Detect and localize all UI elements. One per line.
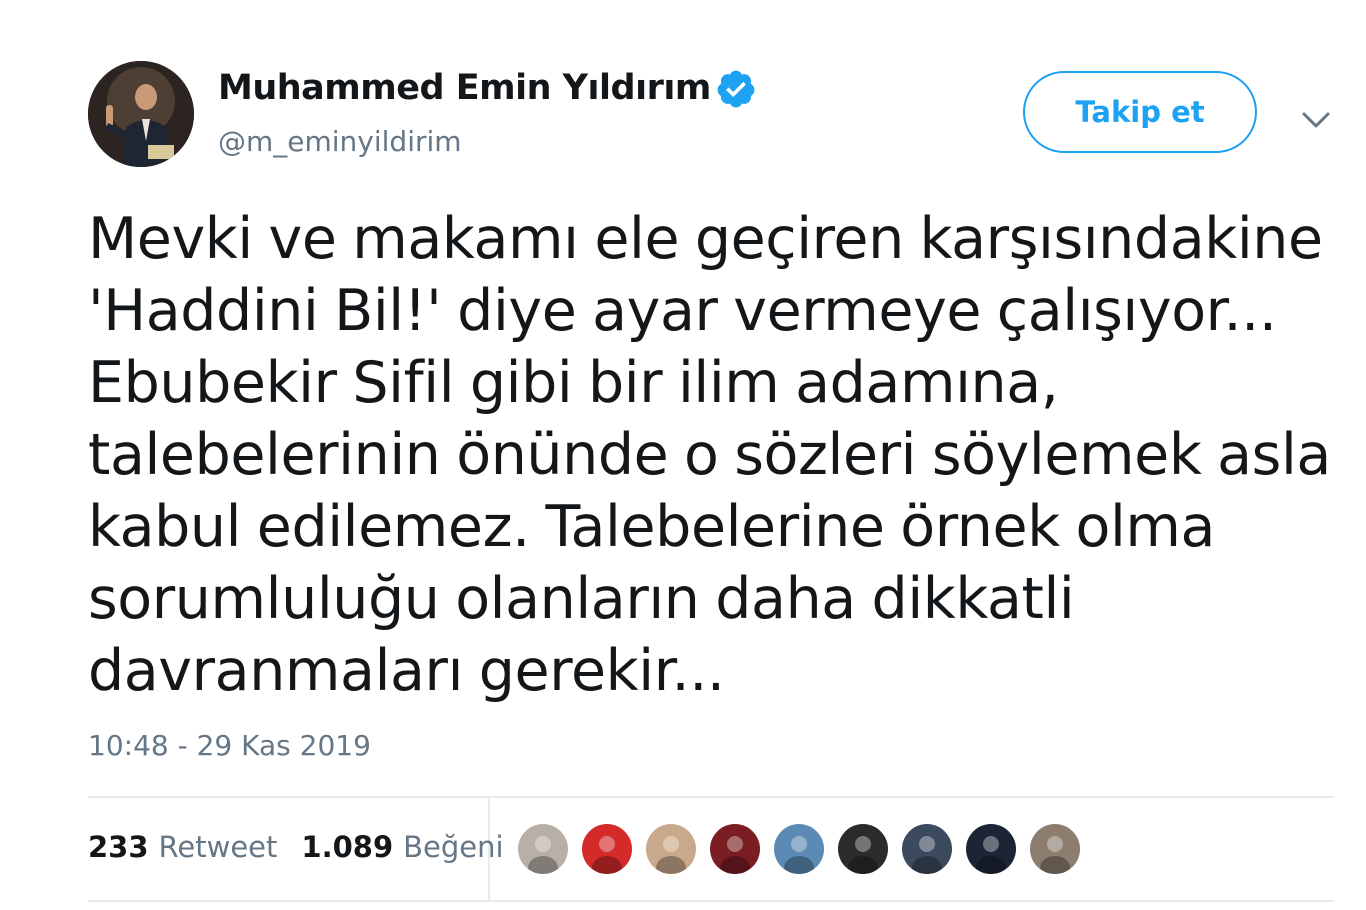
tweet-stats: 233 Retweet 1.089 Beğeni	[88, 830, 504, 864]
liker-avatars	[516, 822, 1092, 876]
author-handle[interactable]: @m_eminyildirim	[218, 125, 462, 158]
verified-badge-icon	[717, 70, 755, 108]
like-count: 1.089	[301, 830, 394, 864]
like-count-link[interactable]: 1.089 Beğeni	[301, 830, 503, 864]
tweet-line: kabul edilemez. Talebelerine örnek olma	[88, 494, 1216, 560]
retweet-label: Retweet	[158, 830, 278, 864]
author-display-name[interactable]: Muhammed Emin Yıldırım	[218, 68, 711, 108]
chevron-down-icon[interactable]	[1298, 102, 1334, 138]
tweet-line: sorumluluğu olanların daha dikkatli	[88, 566, 1075, 632]
divider	[88, 900, 1334, 902]
follow-button[interactable]: Takip et	[1023, 71, 1257, 153]
retweet-count: 233	[88, 830, 149, 864]
tweet-line: talebelerinin önünde o sözleri söylemek …	[88, 422, 1331, 488]
liker-avatar[interactable]	[580, 822, 634, 876]
liker-avatar[interactable]	[1028, 822, 1082, 876]
liker-avatar[interactable]	[708, 822, 762, 876]
tweet-timestamp[interactable]: 10:48 - 29 Kas 2019	[88, 729, 371, 762]
tweet-line: 'Haddini Bil!' diye ayar vermeye çalışıy…	[88, 278, 1277, 344]
liker-avatar[interactable]	[900, 822, 954, 876]
tweet-line: Ebubekir Sifil gibi bir ilim adamına,	[88, 350, 1059, 416]
like-label: Beğeni	[403, 830, 504, 864]
divider	[88, 796, 1334, 798]
liker-avatar[interactable]	[516, 822, 570, 876]
author-avatar[interactable]	[88, 61, 194, 167]
retweet-count-link[interactable]: 233 Retweet	[88, 830, 277, 864]
liker-avatar[interactable]	[836, 822, 890, 876]
tweet-line: davranmaları gerekir...	[88, 638, 725, 704]
liker-avatar[interactable]	[772, 822, 826, 876]
liker-avatar[interactable]	[964, 822, 1018, 876]
tweet-line: Mevki ve makamı ele geçiren karşısındaki…	[88, 206, 1323, 272]
liker-avatar[interactable]	[644, 822, 698, 876]
tweet-text: Mevki ve makamı ele geçiren karşısındaki…	[88, 203, 1338, 707]
